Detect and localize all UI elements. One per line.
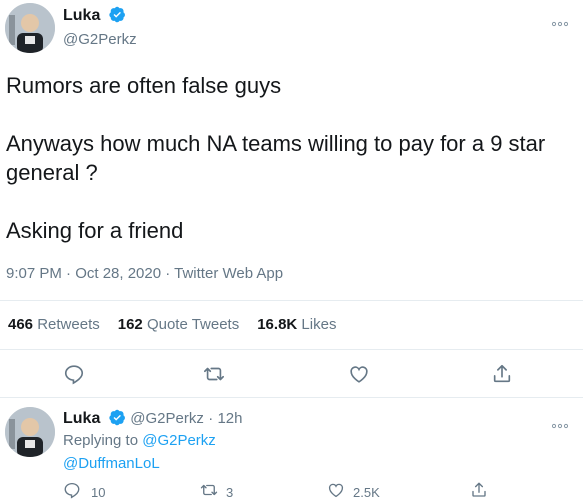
reply-icon — [63, 481, 81, 504]
author-name[interactable]: Luka — [63, 7, 100, 24]
retweet-icon — [200, 481, 218, 504]
quotes-stat[interactable]: 162 Quote Tweets — [118, 316, 239, 333]
reply-author-avatar[interactable] — [5, 407, 55, 457]
reply-like-button[interactable]: 2.5K — [327, 481, 380, 504]
share-icon — [470, 482, 488, 503]
retweet-count: 3 — [226, 485, 234, 500]
divider — [0, 349, 583, 350]
tweet-timestamp[interactable]: 9:07 PM · Oct 28, 2020 · Twitter Web App — [6, 265, 283, 282]
reply-reply-button[interactable]: 10 — [63, 481, 105, 504]
reply-count: 10 — [91, 485, 106, 500]
like-count: 2.5K — [353, 485, 380, 500]
author-handle[interactable]: @G2Perkz — [63, 31, 137, 48]
replying-to: Replying to @G2Perkz — [63, 432, 216, 449]
share-icon[interactable] — [490, 362, 514, 386]
retweet-icon[interactable] — [202, 362, 226, 386]
author-avatar[interactable] — [5, 3, 55, 53]
more-options-icon[interactable] — [551, 14, 569, 32]
reply-icon[interactable] — [62, 362, 86, 386]
divider — [0, 300, 583, 301]
reply-share-button[interactable] — [470, 481, 488, 504]
tweet-text: Rumors are often false guys Anyways how … — [6, 73, 546, 243]
reply-time[interactable]: · 12h — [208, 410, 242, 427]
reply-more-options-icon[interactable] — [551, 416, 569, 434]
likes-stat[interactable]: 16.8K Likes — [257, 316, 336, 333]
like-icon[interactable] — [347, 362, 371, 386]
reply-retweet-button[interactable]: 3 — [200, 481, 233, 504]
verified-badge-icon — [109, 409, 126, 431]
reply-author-handle[interactable]: @G2Perkz — [130, 410, 204, 427]
divider — [0, 397, 583, 398]
like-icon — [327, 481, 345, 504]
replying-to-link[interactable]: @DuffmanLoL — [63, 455, 160, 472]
replying-to-label: Replying to — [63, 432, 139, 449]
reply-author-name[interactable]: Luka — [63, 410, 100, 427]
tweet-stats: 466 Retweets 162 Quote Tweets 16.8K Likes — [8, 316, 336, 333]
replying-to-link[interactable]: @G2Perkz — [142, 432, 216, 449]
verified-badge-icon — [109, 6, 126, 28]
replying-to-second: @DuffmanLoL — [63, 455, 160, 472]
retweets-stat[interactable]: 466 Retweets — [8, 316, 100, 333]
